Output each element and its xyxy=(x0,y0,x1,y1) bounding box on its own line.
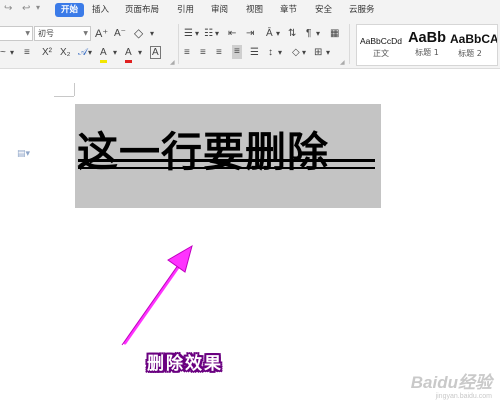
watermark-url: jingyan.baidu.com xyxy=(435,393,492,400)
arrow-shaft xyxy=(123,254,188,345)
watermark: Baidu经验 jingyan.baidu.com xyxy=(411,368,492,400)
arrow-shaft-shadow xyxy=(121,257,184,346)
watermark-brand: Baidu经验 xyxy=(410,373,492,392)
annotation-arrow xyxy=(121,244,193,346)
annotation-caption: 删除效果 xyxy=(147,354,223,374)
arrow-head xyxy=(167,244,193,273)
